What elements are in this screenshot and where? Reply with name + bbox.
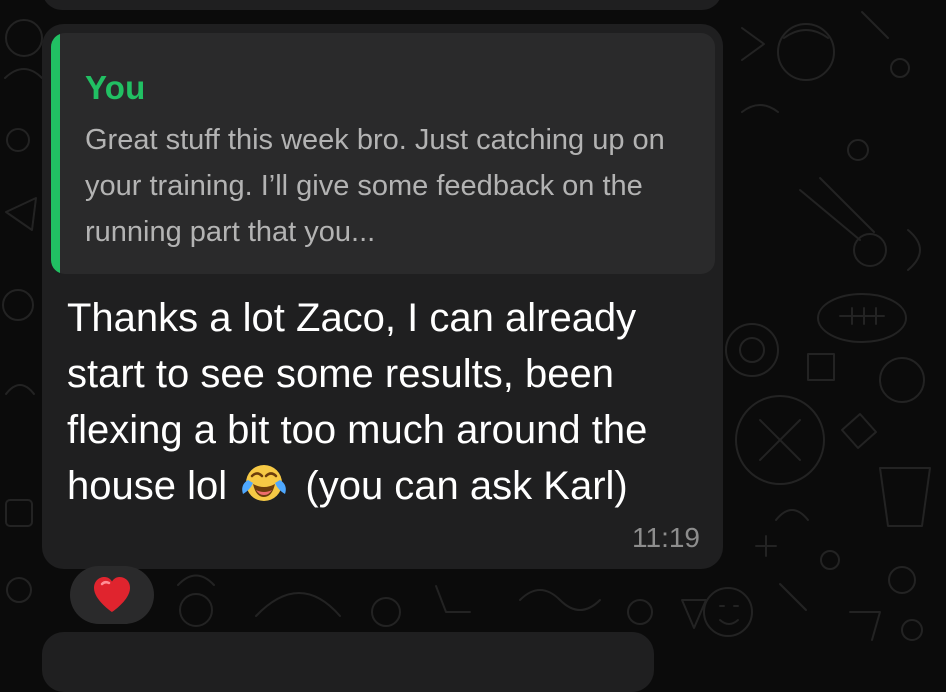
red-heart-icon — [91, 575, 133, 615]
message-text: Thanks a lot Zaco, I can already start t… — [67, 290, 707, 514]
message-text-after-emoji: (you can ask Karl) — [305, 464, 628, 508]
incoming-message-bubble[interactable]: You Great stuff this week bro. Just catc… — [42, 24, 723, 569]
quote-accent-bar — [51, 33, 60, 274]
quoted-reply[interactable]: You Great stuff this week bro. Just catc… — [51, 33, 715, 274]
quoted-author: You — [85, 69, 146, 106]
reaction-badge[interactable] — [70, 566, 154, 624]
quoted-message-text: Great stuff this week bro. Just catching… — [85, 124, 665, 248]
message-timestamp: 11:19 — [632, 522, 700, 553]
previous-message-bubble[interactable] — [42, 0, 722, 10]
face-with-tears-of-joy-icon — [240, 461, 288, 505]
next-message-bubble[interactable] — [42, 632, 654, 692]
